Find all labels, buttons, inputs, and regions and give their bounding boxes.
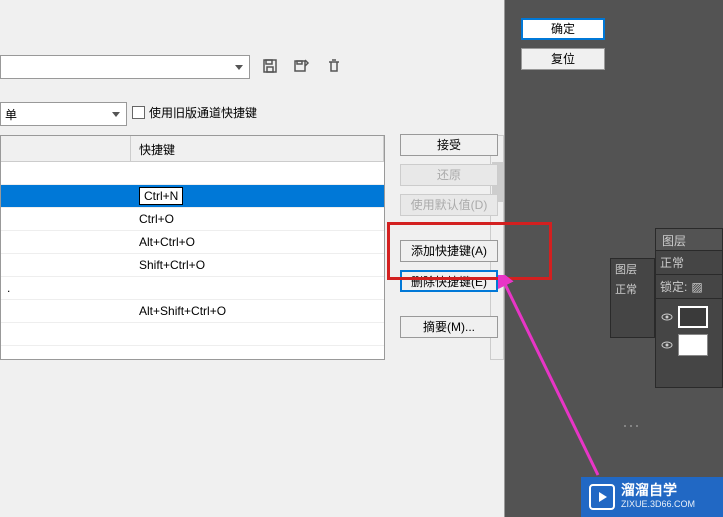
checkbox-icon[interactable] <box>132 106 145 119</box>
undo-button: 还原 <box>400 164 498 186</box>
table-row[interactable]: Shift+Ctrl+O <box>1 254 384 277</box>
watermark-title: 溜溜自学 <box>621 483 695 497</box>
blend-mode-dropdown[interactable]: 正常 <box>656 251 722 275</box>
save-icon[interactable] <box>260 56 280 76</box>
layers-panel-back: 图层 正常 <box>610 258 655 338</box>
table-row[interactable]: Ctrl+O <box>1 208 384 231</box>
ok-button[interactable]: 确定 <box>521 18 605 40</box>
layers-tab-back[interactable]: 图层 <box>611 259 654 279</box>
layer-thumbnail[interactable] <box>678 306 708 328</box>
header-shortcut[interactable]: 快捷键 <box>131 136 384 161</box>
table-row[interactable]: Ctrl+N <box>1 185 384 208</box>
layers-tab[interactable]: 图层 <box>656 229 722 251</box>
area-dropdown[interactable]: 单 <box>0 102 127 126</box>
save-as-icon[interactable] <box>292 56 312 76</box>
area-dropdown-label: 单 <box>5 106 17 123</box>
legacy-checkbox-label: 使用旧版通道快捷键 <box>149 104 257 121</box>
lock-row: 锁定: ▨ <box>656 275 722 299</box>
layer-thumbnail[interactable] <box>678 334 708 356</box>
visibility-eye-icon[interactable] <box>660 310 674 324</box>
annotation-arrow <box>498 275 618 485</box>
accept-button[interactable]: 接受 <box>400 134 498 156</box>
play-icon <box>589 484 615 510</box>
header-command[interactable] <box>1 136 131 161</box>
watermark-url: ZIXUE.3D66.COM <box>621 497 695 511</box>
layers-panel: 图层 正常 锁定: ▨ <box>655 228 723 388</box>
layer-item[interactable] <box>660 303 718 331</box>
layer-item[interactable] <box>660 331 718 359</box>
resize-grip-icon: ⋯ <box>622 416 643 437</box>
lock-pixels-icon[interactable]: ▨ <box>691 280 702 294</box>
trash-icon[interactable] <box>324 56 344 76</box>
summary-button[interactable]: 摘要(M)... <box>400 316 498 338</box>
table-row[interactable]: . <box>1 277 384 300</box>
visibility-eye-icon[interactable] <box>660 338 674 352</box>
shortcuts-table: 快捷键 Ctrl+N Ctrl+O Alt+Ctrl+O Shift+Ctrl+… <box>0 135 385 360</box>
preset-dropdown[interactable] <box>0 55 250 79</box>
table-row[interactable]: Alt+Shift+Ctrl+O <box>1 300 384 323</box>
blend-mode-back[interactable]: 正常 <box>611 279 654 299</box>
watermark: 溜溜自学 ZIXUE.3D66.COM <box>581 477 723 517</box>
shortcut-edit-field[interactable]: Ctrl+N <box>139 187 183 205</box>
table-header: 快捷键 <box>1 136 384 162</box>
legacy-checkbox-row[interactable]: 使用旧版通道快捷键 <box>132 104 257 121</box>
reset-button[interactable]: 复位 <box>521 48 605 70</box>
table-row[interactable]: Alt+Ctrl+O <box>1 231 384 254</box>
add-shortcut-button[interactable]: 添加快捷键(A) <box>400 240 498 262</box>
shortcuts-dialog: 单 使用旧版通道快捷键 快捷键 Ctrl+N Ctrl+O <box>0 0 505 517</box>
table-row[interactable] <box>1 162 384 185</box>
action-buttons: 接受 还原 使用默认值(D) 添加快捷键(A) 删除快捷键(E) 摘要(M)..… <box>400 134 498 338</box>
icon-toolbar <box>260 56 344 76</box>
defaults-button: 使用默认值(D) <box>400 194 498 216</box>
table-body: Ctrl+N Ctrl+O Alt+Ctrl+O Shift+Ctrl+O . … <box>1 162 384 360</box>
table-row[interactable] <box>1 323 384 346</box>
delete-shortcut-button[interactable]: 删除快捷键(E) <box>400 270 498 292</box>
